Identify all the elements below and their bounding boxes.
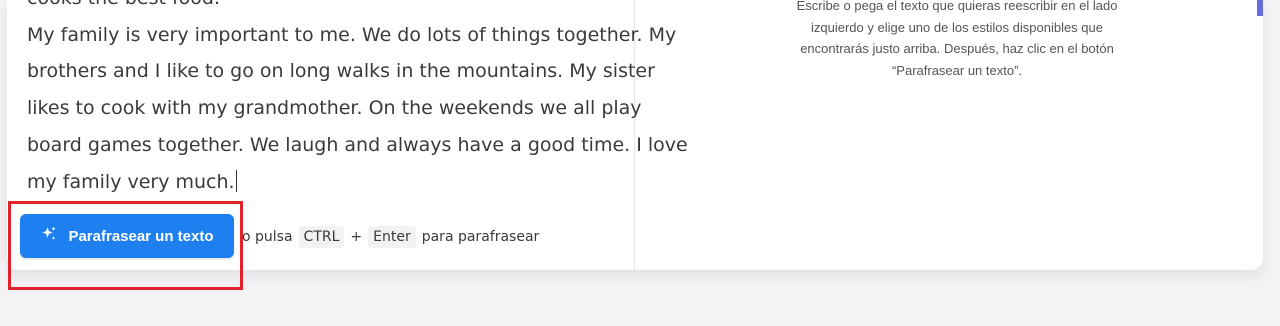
hint-suffix: para parafrasear [421, 229, 540, 245]
help-line: Escribe o pega el texto que quieras rees… [796, 0, 1118, 13]
text-line: my family very much. [27, 170, 235, 193]
hint-prefix: o pulsa [242, 229, 293, 245]
help-line: “Parafrasear un texto”. [891, 62, 1023, 78]
key-enter: Enter [368, 226, 416, 248]
text-caret [235, 169, 237, 192]
output-help-text: Escribe o pega el texto que quieras rees… [767, 0, 1147, 81]
text-line-last: my family very much. [27, 164, 637, 201]
highlight-box [8, 201, 243, 290]
key-plus: + [350, 229, 363, 245]
text-line: cooks the best food. [27, 0, 637, 17]
edge-accent [1257, 0, 1263, 16]
help-line: encontrarás justo arriba. Después, haz c… [800, 41, 1114, 56]
key-ctrl: CTRL [298, 226, 345, 248]
text-line: brothers and I like to go on long walks … [27, 60, 655, 83]
text-line: board games together. We laugh and alway… [27, 133, 688, 156]
shortcut-hint: o pulsa CTRL + Enter para parafrasear [242, 225, 539, 249]
input-text-area[interactable]: cooks the best food. My family is very i… [27, 0, 688, 201]
text-line: likes to cook with my grandmother. On th… [27, 97, 642, 120]
help-line: izquierdo y elige uno de los estilos dis… [811, 19, 1103, 35]
text-line: My family is very important to me. We do… [27, 23, 677, 46]
